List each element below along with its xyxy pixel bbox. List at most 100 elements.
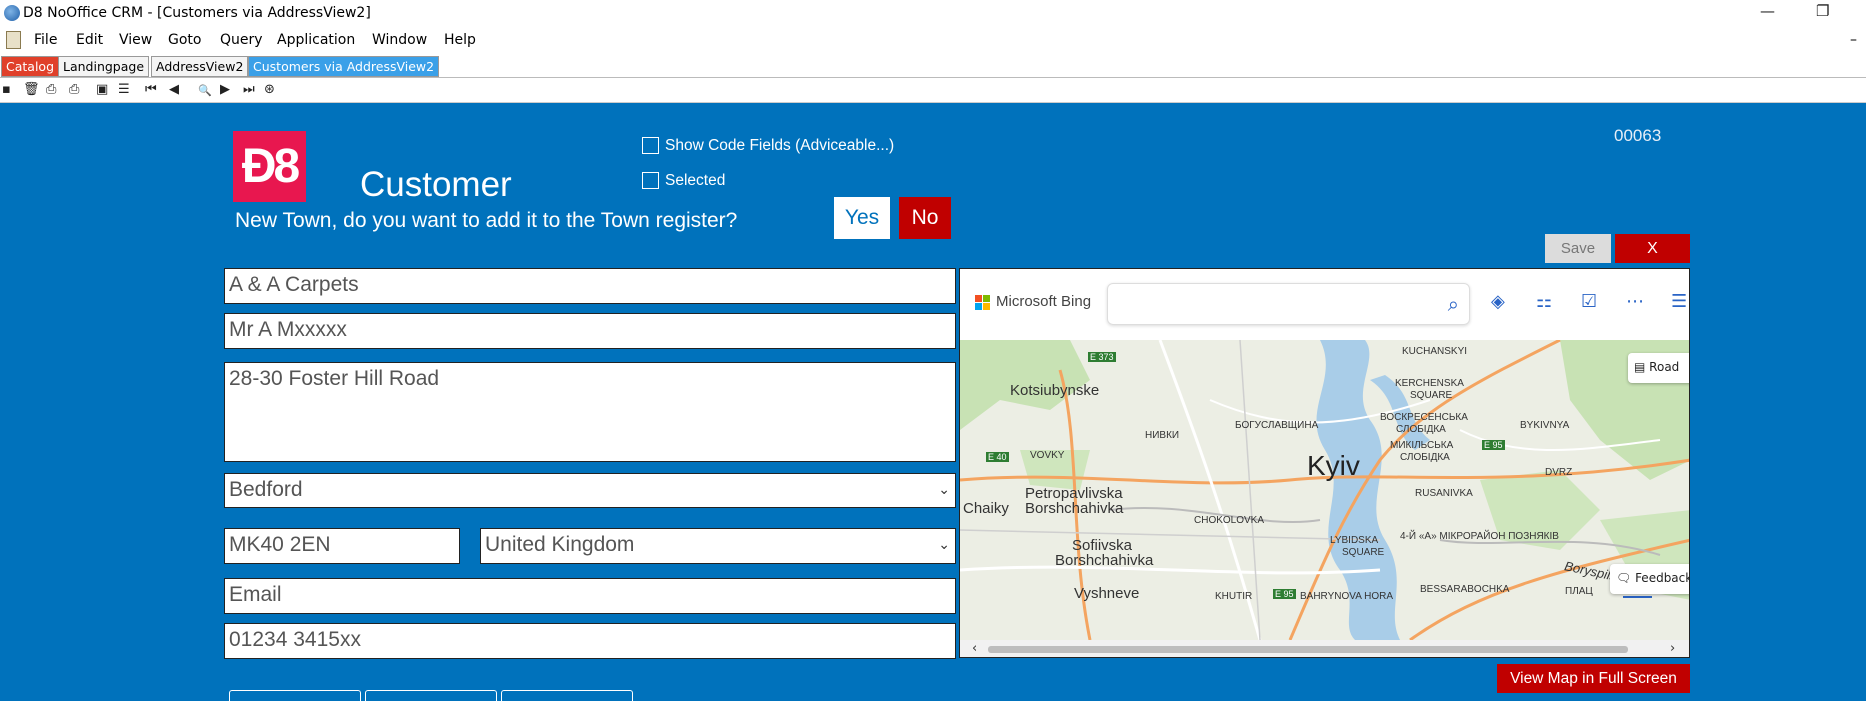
map-horizontal-scrollbar[interactable]: ‹ › bbox=[960, 640, 1689, 657]
first-record-icon[interactable]: ⏮ bbox=[145, 82, 157, 97]
road-shield: E 40 bbox=[986, 452, 1009, 462]
map-canvas[interactable]: Kyiv Kotsiubynske НИВКИ VOVKY Petropavli… bbox=[960, 340, 1689, 640]
bing-brand: Microsoft Bing bbox=[996, 293, 1092, 310]
country-select[interactable]: United Kingdom ⌄ bbox=[480, 528, 956, 564]
search-icon[interactable]: 🔍 bbox=[198, 84, 212, 97]
address-field[interactable]: 28-30 Foster Hill Road bbox=[224, 362, 956, 462]
menu-file[interactable]: File bbox=[34, 32, 57, 48]
map-label: CHOKOLOVKA bbox=[1194, 515, 1265, 526]
view-map-fullscreen-button[interactable]: View Map in Full Screen bbox=[1497, 664, 1690, 693]
map-search-input[interactable]: ⌕ bbox=[1107, 283, 1470, 325]
map-label: KHUTIR bbox=[1215, 591, 1253, 602]
map-label: 4-Й «А» МІКРОРАЙОН ПОЗНЯКІВ bbox=[1400, 531, 1559, 542]
print-setup-icon[interactable]: ⎙ bbox=[46, 82, 56, 97]
menu-edit[interactable]: Edit bbox=[76, 32, 103, 48]
map-label: DVRZ bbox=[1545, 467, 1573, 478]
road-shield: E 95 bbox=[1482, 440, 1505, 450]
map-label: ПЛАЦ bbox=[1565, 586, 1593, 597]
d8-logo: Ð8 bbox=[233, 131, 306, 202]
bing-map[interactable]: Microsoft Bing ⌕ ◈ ⚏ ☑ ⋯ ☰ Kyiv Kotsiuby… bbox=[959, 268, 1690, 658]
scroll-left-icon[interactable]: ‹ bbox=[972, 641, 977, 656]
menu-window[interactable]: Window bbox=[372, 32, 427, 48]
map-label: BYKIVNYA bbox=[1520, 420, 1570, 431]
directions-icon[interactable]: ◈ bbox=[1491, 291, 1505, 312]
menu-help[interactable]: Help bbox=[444, 32, 476, 48]
map-label: ВОСКРЕСЕНСЬКА bbox=[1380, 412, 1468, 423]
hamburger-menu-icon[interactable]: ☰ bbox=[1671, 291, 1687, 312]
scroll-thumb[interactable] bbox=[988, 646, 1628, 653]
save-icon[interactable]: ▪ bbox=[2, 82, 11, 97]
close-button[interactable]: X bbox=[1615, 234, 1690, 263]
bottom-button-stub[interactable] bbox=[229, 690, 361, 704]
map-label: Chaiky bbox=[963, 500, 1009, 517]
tab-customers-via-addressview2[interactable]: Customers via AddressView2 bbox=[248, 56, 440, 77]
menu-query[interactable]: Query bbox=[220, 32, 263, 48]
map-label: BAHRYNOVA HORA bbox=[1300, 591, 1393, 602]
bottom-button-stub[interactable] bbox=[365, 690, 497, 704]
selected-label: Selected bbox=[665, 172, 726, 189]
map-label: НИВКИ bbox=[1145, 430, 1180, 441]
contact-field[interactable]: Mr A Mxxxxx bbox=[224, 313, 956, 349]
email-field[interactable]: Email bbox=[224, 578, 956, 614]
map-label: SQUARE bbox=[1410, 390, 1453, 401]
phone-field[interactable]: 01234 3415xx bbox=[224, 623, 956, 659]
search-icon[interactable]: ⌕ bbox=[1448, 292, 1459, 316]
country-value: United Kingdom bbox=[485, 533, 635, 556]
bottom-button-stub[interactable] bbox=[501, 690, 633, 704]
mdi-minimize-button[interactable]: – bbox=[1850, 32, 1857, 48]
menu-bar: File Edit View Goto Query Application Wi… bbox=[0, 28, 1866, 54]
title-bar: D8 NoOffice CRM - [Customers via Address… bbox=[0, 0, 1866, 28]
restore-button[interactable]: ❐ bbox=[1816, 2, 1829, 20]
show-code-fields-label: Show Code Fields (Adviceable...) bbox=[665, 137, 895, 154]
map-label: VOVKY bbox=[1030, 450, 1065, 461]
postcode-field[interactable]: MK40 2EN bbox=[224, 528, 460, 564]
map-label: SQUARE bbox=[1342, 547, 1385, 558]
menu-view[interactable]: View bbox=[119, 32, 152, 48]
map-label: БОГУСЛАВЩИНА bbox=[1235, 420, 1319, 431]
save-button[interactable]: Save bbox=[1545, 234, 1611, 263]
delete-icon[interactable]: 🗑 bbox=[23, 82, 40, 97]
new-record-icon[interactable]: ⊛ bbox=[264, 82, 275, 97]
document-icon bbox=[6, 31, 21, 49]
company-field[interactable]: A & A Carpets bbox=[224, 268, 956, 304]
microsoft-logo-icon bbox=[975, 295, 991, 311]
map-layers-icon: ▤ bbox=[1634, 360, 1646, 374]
town-value: Bedford bbox=[229, 478, 303, 501]
list-view-icon[interactable]: ☰ bbox=[118, 82, 130, 97]
next-record-icon[interactable]: ▶ bbox=[220, 82, 230, 97]
map-label: Vyshneve bbox=[1074, 585, 1140, 602]
previous-record-icon[interactable]: ◀ bbox=[169, 82, 179, 97]
selected-checkbox[interactable] bbox=[642, 172, 659, 189]
traffic-icon[interactable]: ⚏ bbox=[1536, 291, 1552, 312]
more-options-icon[interactable]: ⋯ bbox=[1626, 291, 1644, 312]
yes-button[interactable]: Yes bbox=[834, 197, 890, 239]
bing-header: Microsoft Bing ⌕ ◈ ⚏ ☑ ⋯ ☰ bbox=[960, 269, 1689, 340]
window-title: D8 NoOffice CRM - [Customers via Address… bbox=[23, 5, 371, 21]
minimize-button[interactable]: — bbox=[1760, 2, 1775, 20]
chevron-down-icon: ⌄ bbox=[938, 481, 950, 497]
page-title: Customer bbox=[360, 165, 512, 204]
scroll-right-icon[interactable]: › bbox=[1670, 641, 1675, 656]
map-label: LYBIDSKA bbox=[1330, 535, 1379, 546]
map-label: Borshchahivka bbox=[1025, 500, 1124, 517]
tab-landingpage[interactable]: Landingpage bbox=[58, 56, 150, 77]
map-style-label: Road bbox=[1649, 360, 1680, 374]
no-button[interactable]: No bbox=[899, 197, 951, 239]
toolbar: ▪ 🗑 ⎙ ⎙ ▣ ☰ ⏮ ◀ 🔍 ▶ ⏭ ⊛ bbox=[0, 79, 1866, 103]
last-record-icon[interactable]: ⏭ bbox=[243, 82, 255, 97]
show-code-fields-checkbox[interactable] bbox=[642, 137, 659, 154]
map-style-button[interactable]: ▤ Road bbox=[1628, 353, 1689, 383]
form-view-icon[interactable]: ▣ bbox=[96, 82, 108, 97]
menu-goto[interactable]: Goto bbox=[168, 32, 201, 48]
print-icon[interactable]: ⎙ bbox=[69, 82, 79, 97]
road-shield: E 373 bbox=[1088, 352, 1116, 362]
tab-catalog[interactable]: Catalog bbox=[1, 56, 60, 77]
feedback-button[interactable]: 🗨 Feedback bbox=[1610, 564, 1689, 594]
menu-application[interactable]: Application bbox=[277, 32, 355, 48]
map-label: СЛОБІДКА bbox=[1396, 424, 1446, 435]
document-tabs: Catalog Landingpage AddressView2 Custome… bbox=[0, 54, 1866, 78]
town-select[interactable]: Bedford ⌄ bbox=[224, 473, 956, 508]
my-places-icon[interactable]: ☑ bbox=[1581, 291, 1597, 312]
tab-addressview2[interactable]: AddressView2 bbox=[151, 56, 249, 77]
map-label: Kotsiubynske bbox=[1010, 382, 1100, 399]
